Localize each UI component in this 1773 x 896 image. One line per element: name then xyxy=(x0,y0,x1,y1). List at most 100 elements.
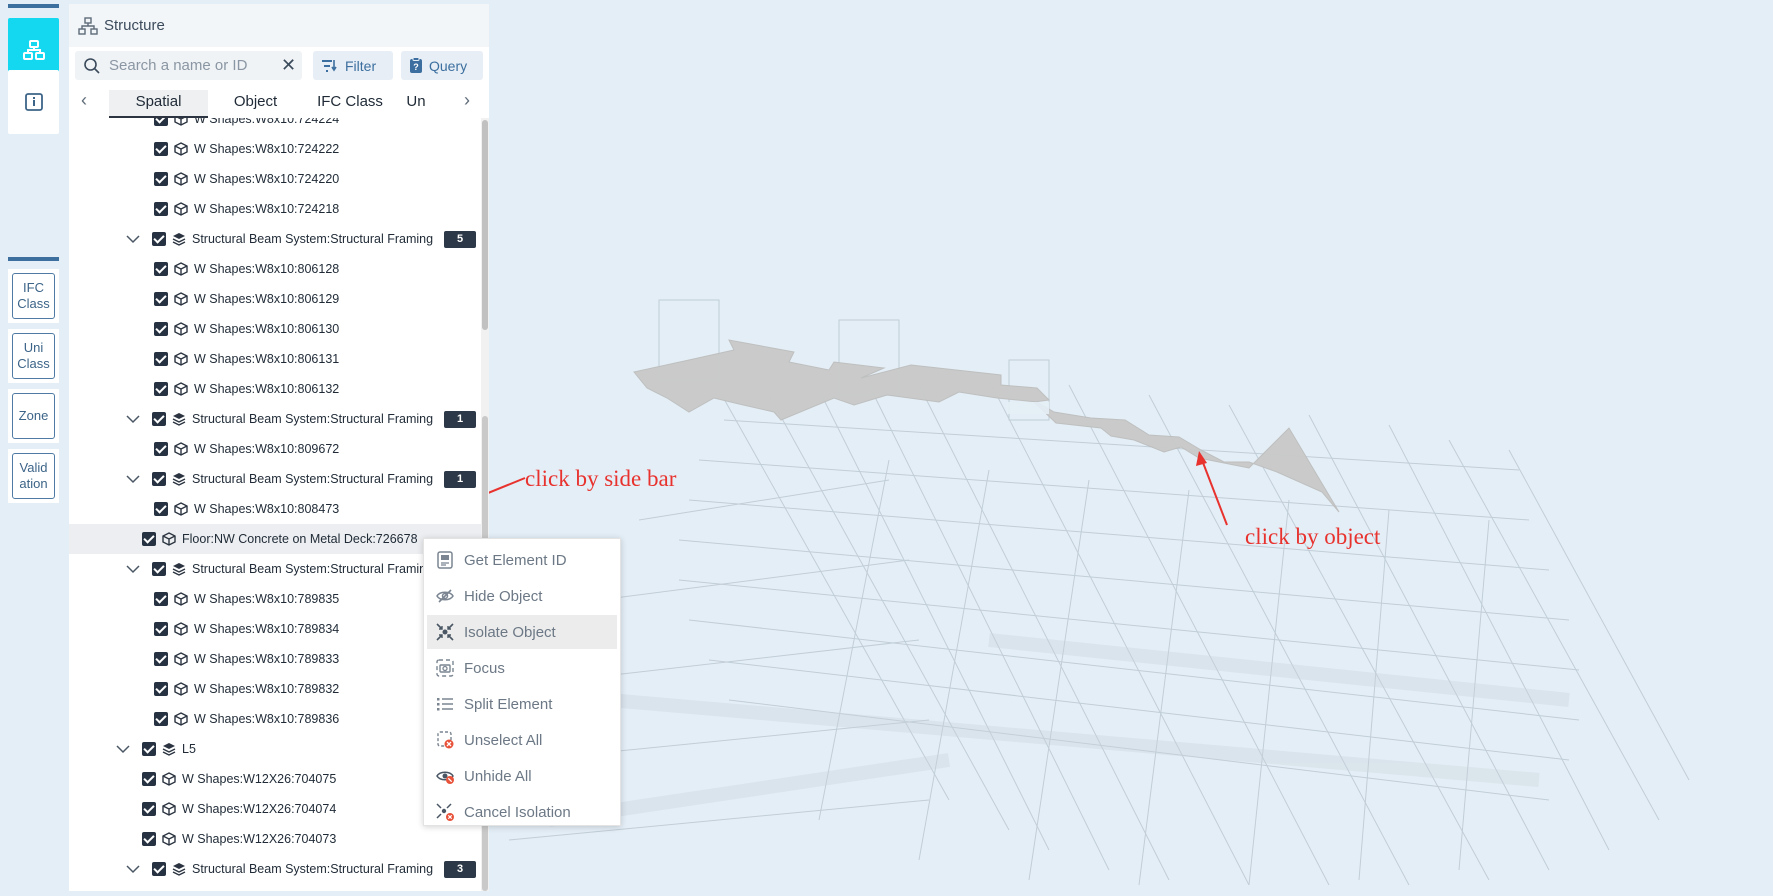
info-button[interactable] xyxy=(8,70,59,134)
visibility-checkbox[interactable] xyxy=(154,442,168,456)
visibility-checkbox[interactable] xyxy=(154,712,168,726)
visibility-checkbox[interactable] xyxy=(142,772,156,786)
menu-item-focus[interactable]: Focus xyxy=(427,651,617,685)
tree-row[interactable]: W Shapes:W12X26:704074 xyxy=(69,794,481,824)
visibility-checkbox[interactable] xyxy=(154,262,168,276)
visibility-checkbox[interactable] xyxy=(142,802,156,816)
menu-item-label: Hide Object xyxy=(464,587,543,605)
tab-prev-icon[interactable]: ‹ xyxy=(81,90,87,111)
cube-icon xyxy=(174,142,188,156)
tree-row[interactable]: Floor:NW Concrete on Metal Deck:726678 xyxy=(69,524,481,554)
tree-row-label: Floor:NW Concrete on Metal Deck:726678 xyxy=(182,532,418,546)
visibility-checkbox[interactable] xyxy=(154,292,168,306)
menu-item-unselect-all[interactable]: Unselect All xyxy=(427,723,617,757)
clipboard-query-icon: ? xyxy=(410,57,422,73)
visibility-checkbox[interactable] xyxy=(154,592,168,606)
tree-row-label: W Shapes:W8x10:806128 xyxy=(194,262,340,276)
tree-row-label: W Shapes:W8x10:724222 xyxy=(194,142,340,156)
query-button[interactable]: ? Query xyxy=(401,51,483,80)
tree-row[interactable]: W Shapes:W8x10:724220 xyxy=(69,164,481,194)
tree-row[interactable]: W Shapes:W8x10:808473 xyxy=(69,494,481,524)
visibility-checkbox[interactable] xyxy=(152,232,166,246)
visibility-checkbox[interactable] xyxy=(152,862,166,876)
validation-tab[interactable]: Valid ation xyxy=(8,449,59,503)
layers-icon xyxy=(172,413,186,426)
visibility-checkbox[interactable] xyxy=(154,142,168,156)
chevron-down-icon[interactable] xyxy=(126,412,140,426)
tree-group-row[interactable]: Structural Beam System:Structural Framin… xyxy=(69,224,481,254)
visibility-checkbox[interactable] xyxy=(142,832,156,846)
tree-row[interactable]: W Shapes:W8x10:806131 xyxy=(69,344,481,374)
tree-row[interactable]: W Shapes:W8x10:809672 xyxy=(69,434,481,464)
search-box[interactable]: ✕ xyxy=(75,51,302,80)
menu-item-hide-object[interactable]: Hide Object xyxy=(427,579,617,613)
annotation-sidebar: click by side bar xyxy=(525,466,677,491)
visibility-checkbox[interactable] xyxy=(142,742,156,756)
panel-title: Structure xyxy=(104,17,165,34)
tree-row[interactable]: W Shapes:W12X26:704075 xyxy=(69,764,481,794)
cube-icon xyxy=(162,802,176,816)
menu-item-unhide-all[interactable]: Unhide All xyxy=(427,759,617,793)
chevron-down-icon[interactable] xyxy=(126,472,140,486)
id-card-icon xyxy=(437,551,453,569)
visibility-checkbox[interactable] xyxy=(154,622,168,636)
visibility-checkbox[interactable] xyxy=(154,352,168,366)
tree-row[interactable]: W Shapes:W8x10:789833 xyxy=(69,644,481,674)
tree-group-row[interactable]: Structural Beam System:Structural Framin… xyxy=(69,404,481,434)
tree-row[interactable]: W Shapes:W8x10:806129 xyxy=(69,284,481,314)
tab-uniclass[interactable]: Un xyxy=(401,90,431,116)
tab-next-icon[interactable]: › xyxy=(464,90,470,111)
tab-spatial[interactable]: Spatial xyxy=(109,90,208,118)
tree-row[interactable]: W Shapes:W8x10:789835 xyxy=(69,584,481,614)
menu-item-isolate-object[interactable]: Isolate Object xyxy=(427,615,617,649)
tree-row[interactable]: W Shapes:W8x10:724222 xyxy=(69,134,481,164)
tree-row[interactable]: W Shapes:W8x10:789834 xyxy=(69,614,481,644)
chevron-down-icon[interactable] xyxy=(126,562,140,576)
visibility-checkbox[interactable] xyxy=(154,172,168,186)
visibility-checkbox[interactable] xyxy=(154,322,168,336)
visibility-checkbox[interactable] xyxy=(142,532,156,546)
menu-item-split-element[interactable]: Split Element xyxy=(427,687,617,721)
visibility-checkbox[interactable] xyxy=(154,118,168,126)
tree-row[interactable]: W Shapes:W8x10:789832 xyxy=(69,674,481,704)
tree-group-row[interactable]: Structural Beam System:Structural Framin xyxy=(69,554,481,584)
tree-row[interactable]: W Shapes:W8x10:724218 xyxy=(69,194,481,224)
chevron-down-icon[interactable] xyxy=(126,862,140,876)
visibility-checkbox[interactable] xyxy=(154,682,168,696)
model-viewport[interactable] xyxy=(489,0,1773,891)
visibility-checkbox[interactable] xyxy=(152,562,166,576)
chevron-down-icon[interactable] xyxy=(116,742,130,756)
menu-item-cancel-isolation[interactable]: Cancel Isolation xyxy=(427,795,617,829)
uni-class-tab[interactable]: Uni Class xyxy=(8,329,59,383)
scrollbar-thumb[interactable] xyxy=(482,120,488,330)
tree-group-row[interactable]: L5 xyxy=(69,734,481,764)
visibility-checkbox[interactable] xyxy=(154,502,168,516)
visibility-checkbox[interactable] xyxy=(154,382,168,396)
visibility-checkbox[interactable] xyxy=(154,202,168,216)
ifc-class-tab[interactable]: IFC Class xyxy=(8,269,59,323)
search-input[interactable] xyxy=(107,56,271,75)
tree-row[interactable]: W Shapes:W8x10:789836 xyxy=(69,704,481,734)
annotation-object: click by object xyxy=(1245,524,1381,549)
tree-row[interactable]: W Shapes:W8x10:806128 xyxy=(69,254,481,284)
tree-row-label: W Shapes:W8x10:806132 xyxy=(194,382,340,396)
tree-row-label: Structural Beam System:Structural Framin… xyxy=(192,412,434,426)
tree-group-row[interactable]: Structural Beam System:Structural Framin… xyxy=(69,854,481,884)
tab-ifc-class[interactable]: IFC Class xyxy=(303,90,397,116)
child-count-badge: 1 xyxy=(444,470,476,488)
tree-row[interactable]: W Shapes:W8x10:724224 xyxy=(69,118,481,134)
tree-row[interactable]: W Shapes:W8x10:806132 xyxy=(69,374,481,404)
menu-item-get-element-id[interactable]: Get Element ID xyxy=(427,543,617,577)
tree-row[interactable]: W Shapes:W12X26:704073 xyxy=(69,824,481,854)
tree-row[interactable]: W Shapes:W8x10:806130 xyxy=(69,314,481,344)
clear-search-icon[interactable]: ✕ xyxy=(281,55,296,76)
chevron-down-icon[interactable] xyxy=(126,232,140,246)
visibility-checkbox[interactable] xyxy=(154,652,168,666)
tree-group-row[interactable]: Structural Beam System:Structural Framin… xyxy=(69,464,481,494)
tab-object[interactable]: Object xyxy=(212,90,299,116)
zone-tab[interactable]: Zone xyxy=(8,389,59,443)
rail-divider xyxy=(8,4,59,8)
visibility-checkbox[interactable] xyxy=(152,412,166,426)
visibility-checkbox[interactable] xyxy=(152,472,166,486)
filter-button[interactable]: Filter xyxy=(313,51,393,80)
